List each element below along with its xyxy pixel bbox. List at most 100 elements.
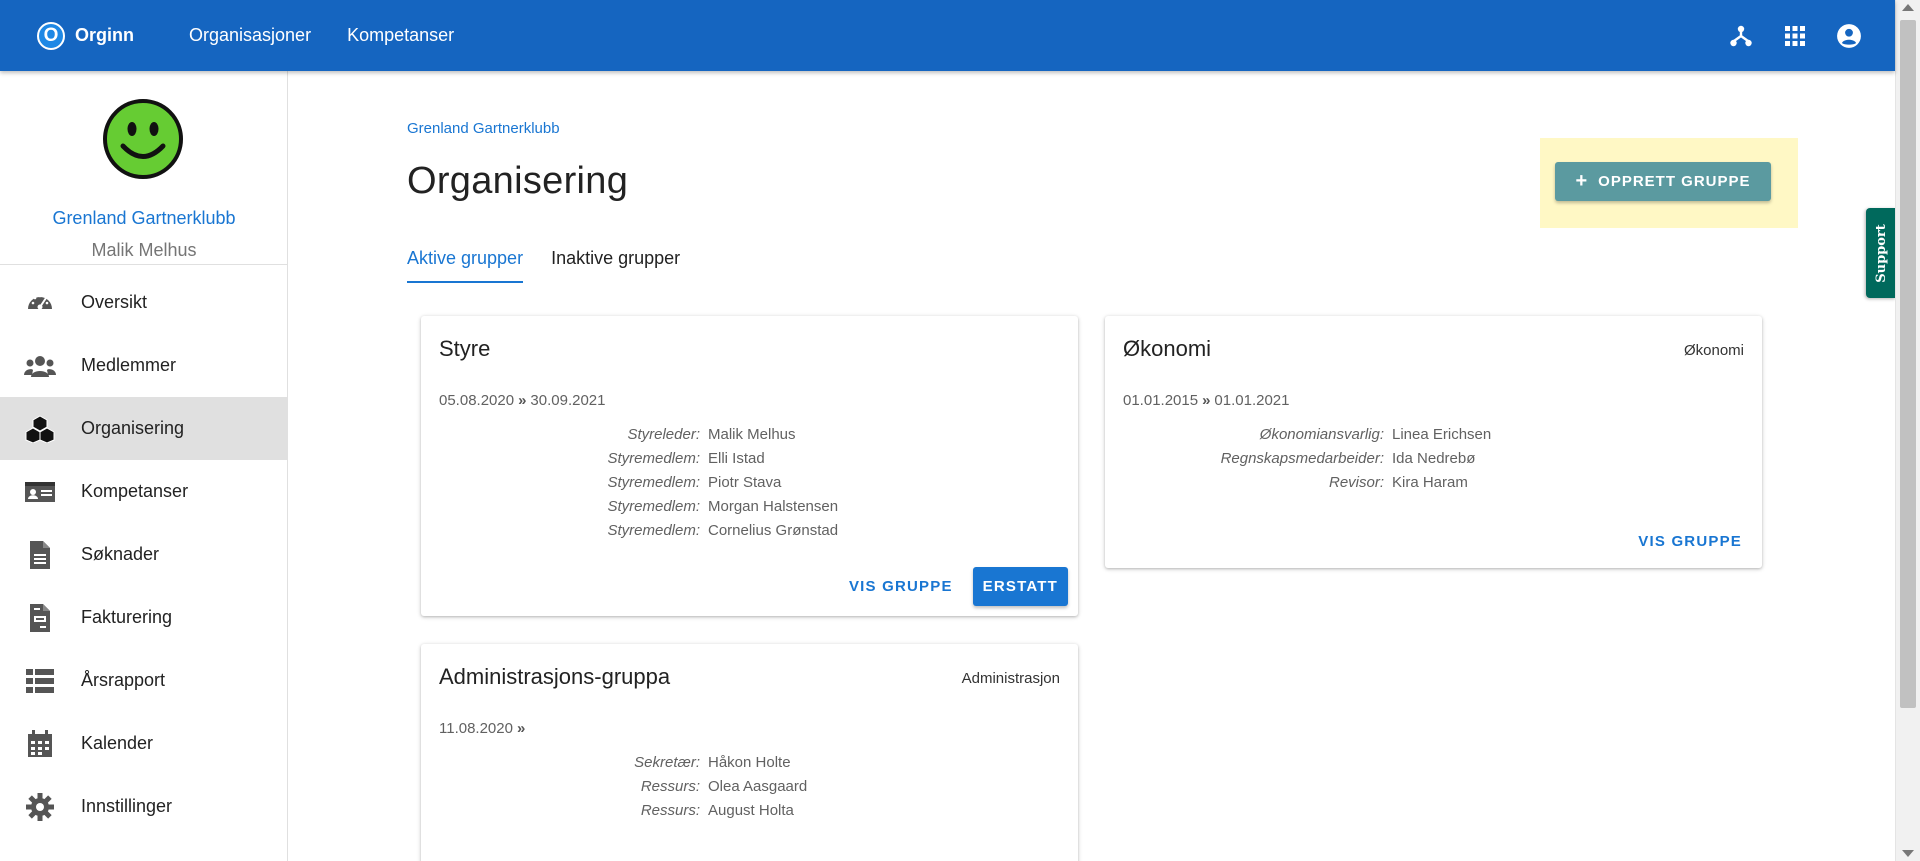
sidebar-item-innstillinger[interactable]: Innstillinger bbox=[0, 775, 288, 838]
card-type: Økonomi bbox=[1683, 342, 1744, 359]
member-row: Regnskapsmedarbeider: Ida Nedrebø bbox=[1105, 446, 1762, 470]
smiley-avatar-icon bbox=[103, 99, 183, 179]
sidebar-item-label: Kalender bbox=[81, 733, 154, 753]
scroll-down-arrow-icon[interactable] bbox=[1902, 850, 1914, 857]
sidebar-item-fakturering[interactable]: Fakturering bbox=[0, 586, 288, 649]
double-chevron-right-icon: » bbox=[518, 392, 527, 409]
brand-name: Orginn bbox=[75, 25, 134, 45]
member-name: Cornelius Grønstad bbox=[708, 521, 839, 539]
member-role: Styreleder: bbox=[627, 425, 700, 443]
view-group-button[interactable]: VIS GRUPPE bbox=[839, 570, 963, 603]
sidebar-item-kalender[interactable]: Kalender bbox=[0, 712, 288, 775]
member-role: Ressurs: bbox=[640, 777, 700, 795]
group-card-okonomi: Økonomi Økonomi 01.01.2015 » 01.01.2021 … bbox=[1105, 316, 1762, 568]
card-actions: VIS GRUPPE ERSTATT bbox=[839, 567, 1068, 606]
member-role: Styremedlem: bbox=[607, 497, 700, 515]
member-role: Økonomiansvarlig: bbox=[1259, 425, 1384, 443]
top-nav: Organisasjoner Kompetanser bbox=[189, 25, 490, 46]
card-dates: 01.01.2015 » 01.01.2021 bbox=[1123, 392, 1290, 409]
sidebar-item-label: Fakturering bbox=[81, 607, 173, 627]
create-group-button[interactable]: + OPPRETT GRUPPE bbox=[1555, 162, 1771, 201]
brand[interactable]: O Orginn bbox=[37, 21, 134, 50]
sidebar-org-name[interactable]: Grenland Gartnerklubb bbox=[0, 208, 288, 229]
sidebar-item-organisering[interactable]: Organisering bbox=[0, 397, 288, 460]
sidebar-item-label: Årsrapport bbox=[81, 670, 166, 690]
sidebar: Grenland Gartnerklubb Malik Melhus Overs… bbox=[0, 71, 288, 861]
sidebar-menu: Oversikt Medlemmer Organisering Kompetan… bbox=[0, 271, 288, 838]
sidebar-divider bbox=[0, 264, 288, 265]
double-chevron-right-icon: » bbox=[516, 720, 526, 737]
hierarchy-icon[interactable] bbox=[1727, 22, 1755, 50]
sidebar-item-label: Oversikt bbox=[81, 292, 148, 312]
sidebar-item-medlemmer[interactable]: Medlemmer bbox=[0, 334, 288, 397]
date-from: 01.01.2015 bbox=[1123, 392, 1199, 409]
card-dates: 11.08.2020 » bbox=[439, 720, 529, 737]
scroll-thumb[interactable] bbox=[1900, 20, 1916, 708]
replace-button[interactable]: ERSTATT bbox=[972, 567, 1068, 606]
breadcrumb[interactable]: Grenland Gartnerklubb bbox=[407, 120, 560, 137]
sidebar-item-label: Medlemmer bbox=[81, 355, 177, 375]
support-label: Support bbox=[1873, 223, 1889, 283]
member-name: Linea Erichsen bbox=[1392, 425, 1492, 443]
support-tab[interactable]: Support bbox=[1866, 208, 1896, 298]
id-card-icon bbox=[24, 476, 56, 508]
date-to: 30.09.2021 bbox=[530, 392, 606, 409]
document-icon bbox=[24, 539, 56, 571]
member-row: Styremedlem: Piotr Stava bbox=[421, 470, 1078, 494]
member-name: Kira Haram bbox=[1392, 473, 1468, 491]
sidebar-item-kompetanser[interactable]: Kompetanser bbox=[0, 460, 288, 523]
dashboard-gauge-icon bbox=[24, 287, 56, 319]
member-name: Elli Istad bbox=[708, 449, 765, 467]
top-app-bar: O Orginn Organisasjoner Kompetanser bbox=[0, 0, 1895, 71]
page-title: Organisering bbox=[407, 160, 629, 202]
card-type: Administrasjon bbox=[961, 670, 1060, 687]
nav-organisasjoner[interactable]: Organisasjoner bbox=[189, 25, 311, 46]
tab-active-groups[interactable]: Aktive grupper bbox=[407, 248, 524, 283]
member-row: Økonomiansvarlig: Linea Erichsen bbox=[1105, 422, 1762, 446]
sidebar-item-soknader[interactable]: Søknader bbox=[0, 523, 288, 586]
create-group-label: OPPRETT GRUPPE bbox=[1598, 173, 1751, 190]
member-name: August Holta bbox=[708, 801, 794, 819]
member-role: Sekretær: bbox=[634, 753, 700, 771]
invoice-icon bbox=[24, 602, 56, 634]
account-circle-icon[interactable] bbox=[1835, 22, 1863, 50]
sidebar-user-name: Malik Melhus bbox=[91, 240, 197, 260]
member-name: Håkon Holte bbox=[708, 753, 791, 771]
date-to: 01.01.2021 bbox=[1214, 392, 1290, 409]
sidebar-item-arsrapport[interactable]: Årsrapport bbox=[0, 649, 288, 712]
member-role: Styremedlem: bbox=[607, 473, 700, 491]
sidebar-item-label: Søknader bbox=[81, 544, 160, 564]
sidebar-item-oversikt[interactable]: Oversikt bbox=[0, 271, 288, 334]
brand-logo: O bbox=[37, 21, 65, 50]
member-list: Styreleder: Malik Melhus Styremedlem: Elli… bbox=[421, 422, 1078, 542]
member-row: Ressurs: Olea Aasgaard bbox=[421, 774, 1078, 798]
member-list: Sekretær: Håkon Holte Ressurs: Olea Aasgaa… bbox=[421, 750, 1078, 822]
card-actions: VIS GRUPPE bbox=[1628, 525, 1752, 558]
member-row: Styremedlem: Elli Istad bbox=[421, 446, 1078, 470]
view-group-button[interactable]: VIS GRUPPE bbox=[1628, 525, 1752, 558]
member-row: Styreleder: Malik Melhus bbox=[421, 422, 1078, 446]
users-icon bbox=[24, 350, 56, 382]
date-from: 11.08.2020 bbox=[439, 720, 513, 737]
member-role: Styremedlem: bbox=[607, 521, 700, 539]
list-icon bbox=[24, 665, 56, 697]
member-row: Revisor: Kira Haram bbox=[1105, 470, 1762, 494]
tab-inactive-groups[interactable]: Inaktive grupper bbox=[551, 248, 680, 283]
double-chevron-right-icon: » bbox=[1202, 392, 1211, 409]
group-card-styre: Styre 05.08.2020 » 30.09.2021 Styreleder… bbox=[421, 316, 1078, 616]
page-scrollbar[interactable] bbox=[1895, 0, 1920, 861]
member-name: Piotr Stava bbox=[708, 473, 782, 491]
apps-grid-icon[interactable] bbox=[1781, 22, 1809, 50]
member-role: Revisor: bbox=[1328, 473, 1384, 491]
date-from: 05.08.2020 bbox=[439, 392, 515, 409]
gear-icon bbox=[24, 791, 56, 823]
member-row: Sekretær: Håkon Holte bbox=[421, 750, 1078, 774]
group-tabs: Aktive grupper Inaktive grupper bbox=[407, 248, 708, 283]
calendar-icon bbox=[24, 728, 56, 760]
member-role: Regnskapsmedarbeider: bbox=[1220, 449, 1384, 467]
member-name: Malik Melhus bbox=[708, 425, 796, 443]
member-role: Ressurs: bbox=[640, 801, 700, 819]
nav-kompetanser[interactable]: Kompetanser bbox=[347, 25, 454, 46]
group-card-administrasjon: Administrasjons-gruppa Administrasjon 11… bbox=[421, 644, 1078, 861]
scroll-up-arrow-icon[interactable] bbox=[1902, 4, 1914, 11]
